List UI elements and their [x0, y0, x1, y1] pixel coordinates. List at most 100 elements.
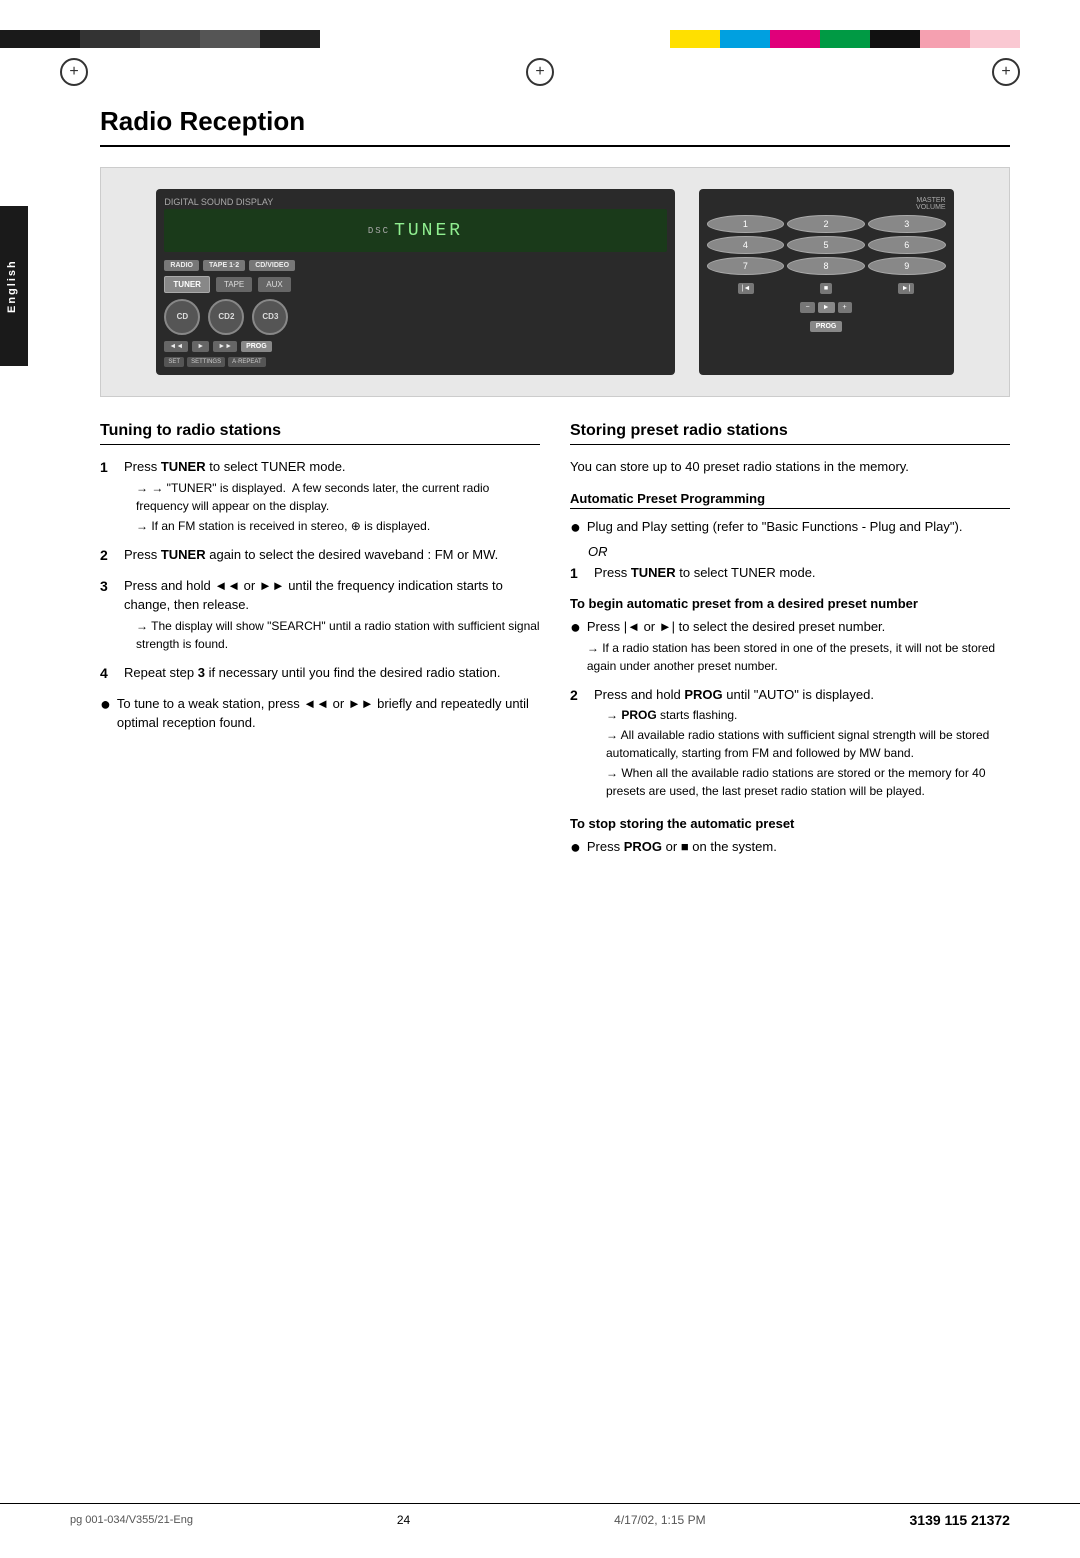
- auto-preset-section: Automatic Preset Programming ● Plug and …: [570, 491, 1010, 857]
- tuning-step-2: 2 Press TUNER again to select the desire…: [100, 545, 540, 566]
- stop-dot: ●: [570, 838, 581, 857]
- auto-preset-steps: 1 Press TUNER to select TUNER mode.: [570, 563, 1010, 584]
- cd2-disc: CD2: [208, 299, 244, 335]
- device-placeholder: DIGITAL SOUND DISPLAY DSC TUNER RADIO TA…: [101, 168, 1009, 396]
- prev-btn: ◄◄: [164, 341, 188, 352]
- stereo-display: DSC TUNER: [164, 209, 666, 251]
- auto-step1-text: Press TUNER to select TUNER mode.: [594, 565, 816, 580]
- number-grid: 1 2 3 4 5 6 7 8 9: [707, 215, 946, 275]
- begin-preset-bullets: ● Press |◄ or ►| to select the desired p…: [570, 617, 1010, 675]
- plug-play-dot: ●: [570, 518, 581, 537]
- storing-intro: You can store up to 40 preset radio stat…: [570, 457, 1010, 477]
- reg-circle-right: [992, 58, 1020, 86]
- bullet-dot-1: ●: [100, 695, 111, 733]
- begin-preset-item: ● Press |◄ or ►| to select the desired p…: [570, 617, 1010, 675]
- step1-num: 1: [100, 457, 116, 535]
- remote-playback: |◄ ■ ►|: [707, 283, 946, 294]
- source-selector-row: TUNER TAPE AUX: [164, 276, 666, 293]
- tape-btn: TAPE: [216, 277, 252, 292]
- auto-step2-text: Press and hold PROG until "AUTO" is disp…: [594, 687, 874, 702]
- repeat-btn: A·REPEAT: [228, 357, 266, 367]
- page-title: Radio Reception: [100, 106, 1010, 147]
- reg-circle-center: [526, 58, 554, 86]
- footer-date: 4/17/02, 1:15 PM: [614, 1513, 705, 1527]
- begin-content: Press |◄ or ►| to select the desired pre…: [587, 617, 1010, 675]
- btn-7: 7: [707, 257, 785, 275]
- btn-8: 8: [787, 257, 865, 275]
- step1-sub2: → If an FM station is received in stereo…: [124, 517, 540, 535]
- step3-note: → The display will show "SEARCH" until a…: [124, 617, 540, 653]
- btn-6: 6: [868, 236, 946, 254]
- step3-text: Press and hold ◄◄ or ►► until the freque…: [124, 578, 503, 613]
- begin-title-text: To begin automatic preset from a desired…: [570, 596, 918, 611]
- tuning-steps-list: 1 Press TUNER to select TUNER mode. → "T…: [100, 457, 540, 684]
- r-stop: ■: [820, 283, 832, 294]
- begin-note: → If a radio station has been stored in …: [587, 639, 1010, 675]
- tuner-btn: TUNER: [164, 276, 210, 293]
- registration-marks: [0, 58, 1080, 86]
- stop-preset-bullets: ● Press PROG or ■ on the system.: [570, 837, 1010, 857]
- footer-product-code: 3139 115 21372: [910, 1512, 1010, 1528]
- tuner-display: TUNER: [394, 221, 463, 241]
- step3-num: 3: [100, 576, 116, 653]
- step2-num: 2: [100, 545, 116, 566]
- stop-title-block: To stop storing the automatic preset: [570, 816, 1010, 831]
- auto-step-1: 1 Press TUNER to select TUNER mode.: [570, 563, 1010, 584]
- storing-title: Storing preset radio stations: [570, 422, 1010, 445]
- plug-play-text: Plug and Play setting (refer to "Basic F…: [587, 517, 1010, 537]
- btn-9: 9: [868, 257, 946, 275]
- prog-btn: PROG: [241, 341, 272, 352]
- step4-num: 4: [100, 663, 116, 684]
- cd1-disc: CD: [164, 299, 200, 335]
- stop-preset-item: ● Press PROG or ■ on the system.: [570, 837, 1010, 857]
- auto-step2-content: Press and hold PROG until "AUTO" is disp…: [594, 685, 1010, 801]
- tuning-bullet-1: ● To tune to a weak station, press ◄◄ or…: [100, 694, 540, 733]
- stereo-main-unit: DIGITAL SOUND DISPLAY DSC TUNER RADIO TA…: [156, 189, 674, 374]
- tuning-section: Tuning to radio stations 1 Press TUNER t…: [100, 422, 540, 865]
- auto-step2-num: 2: [570, 685, 586, 801]
- device-image: DIGITAL SOUND DISPLAY DSC TUNER RADIO TA…: [100, 167, 1010, 397]
- tuning-title: Tuning to radio stations: [100, 422, 540, 445]
- step4-content: Repeat step 3 if necessary until you fin…: [124, 663, 540, 684]
- tuning-bullet-list: ● To tune to a weak station, press ◄◄ or…: [100, 694, 540, 733]
- dsc-label: DSC: [368, 226, 390, 236]
- vol-up: +: [838, 302, 852, 313]
- stereo-remote-unit: MASTERVOLUME 1 2 3 4 5 6 7 8 9 |◄ ■: [699, 189, 954, 374]
- btn-2: 2: [787, 215, 865, 233]
- two-column-layout: Tuning to radio stations 1 Press TUNER t…: [100, 422, 1010, 865]
- vol-down: −: [800, 302, 814, 313]
- tuning-step-3: 3 Press and hold ◄◄ or ►► until the freq…: [100, 576, 540, 653]
- r-play: ►: [818, 302, 835, 313]
- r-next: ►|: [898, 283, 915, 294]
- begin-dot: ●: [570, 618, 581, 675]
- auto-step2-list: 2 Press and hold PROG until "AUTO" is di…: [570, 685, 1010, 801]
- begin-title-block: To begin automatic preset from a desired…: [570, 596, 1010, 611]
- btn-4: 4: [707, 236, 785, 254]
- page-footer: pg 001-034/V355/21-Eng 24 4/17/02, 1:15 …: [0, 1503, 1080, 1528]
- step1-text: Press TUNER to select TUNER mode.: [124, 459, 346, 474]
- btn-5: 5: [787, 236, 865, 254]
- plug-play-item: ● Plug and Play setting (refer to "Basic…: [570, 517, 1010, 537]
- footer-file-ref: pg 001-034/V355/21-Eng: [70, 1514, 193, 1526]
- btn-3: 3: [868, 215, 946, 233]
- step2-note1: → PROG starts flashing.: [594, 706, 1010, 724]
- color-bar-top: [0, 30, 1080, 48]
- auto-step1-content: Press TUNER to select TUNER mode.: [594, 563, 1010, 584]
- tape12-btn: TAPE 1·2: [203, 260, 245, 271]
- or-separator: OR: [588, 544, 1010, 559]
- stereo-device-illustration: DIGITAL SOUND DISPLAY DSC TUNER RADIO TA…: [146, 179, 963, 384]
- master-vol-label: MASTERVOLUME: [707, 197, 946, 211]
- remote-vol-row: − ► +: [707, 302, 946, 313]
- plug-play-bullet: ● Plug and Play setting (refer to "Basic…: [570, 517, 1010, 537]
- footer-page-number: 24: [397, 1513, 410, 1527]
- step1-content: Press TUNER to select TUNER mode. → "TUN…: [124, 457, 540, 535]
- auto-step1-num: 1: [570, 563, 586, 584]
- playback-controls: ◄◄ ► ►► PROG: [164, 341, 666, 352]
- cdvdmidi-btn: CD/VIDEO: [249, 260, 295, 271]
- tuning-step-4: 4 Repeat step 3 if necessary until you f…: [100, 663, 540, 684]
- auto-step-2: 2 Press and hold PROG until "AUTO" is di…: [570, 685, 1010, 801]
- step1-note: → "TUNER" is displayed. A few seconds la…: [124, 479, 540, 515]
- storing-section: Storing preset radio stations You can st…: [570, 422, 1010, 865]
- step2-text: Press TUNER again to select the desired …: [124, 547, 498, 562]
- set-btn: SET: [164, 357, 184, 367]
